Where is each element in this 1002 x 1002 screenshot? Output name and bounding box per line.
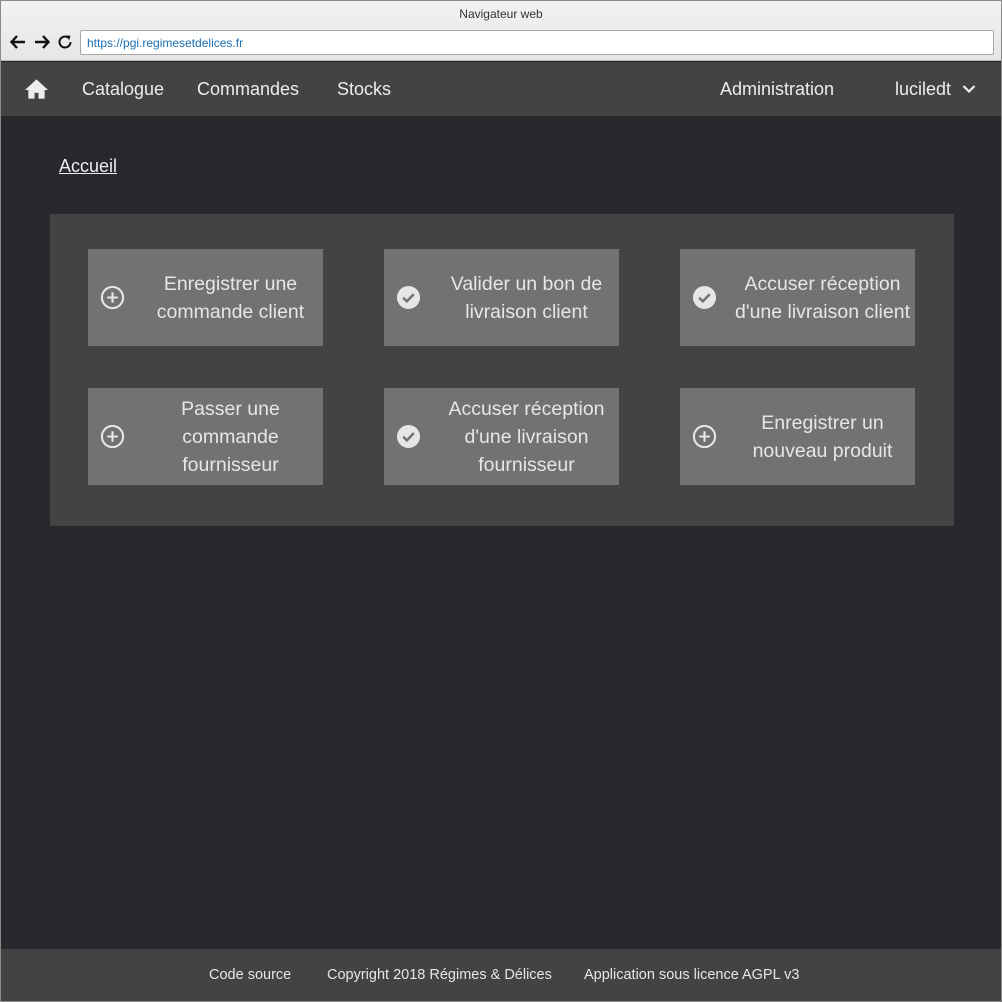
footer-license: Application sous licence AGPL v3 (584, 967, 800, 983)
check-circle-icon (396, 424, 421, 449)
browser-chrome: Navigateur web https://pgi.regimesetdeli… (1, 1, 1001, 61)
check-circle-icon (692, 285, 717, 310)
footer-source-link[interactable]: Code source (209, 967, 291, 983)
forward-icon[interactable] (32, 32, 52, 52)
tile-acknowledge-supplier-delivery[interactable]: Accuser réception d'une livraison fourni… (384, 388, 619, 485)
nav-item-stocks[interactable]: Stocks (337, 62, 391, 116)
top-navbar: Catalogue Commandes Stocks Administratio… (1, 62, 1001, 116)
nav-item-administration[interactable]: Administration (720, 62, 834, 116)
tile-label: Enregistrer un nouveau produit (752, 411, 893, 462)
tile-register-customer-order[interactable]: Enregistrer une commande client (88, 249, 323, 346)
user-menu[interactable]: luciledt (895, 62, 976, 116)
nav-item-catalogue[interactable]: Catalogue (82, 62, 164, 116)
plus-circle-icon (100, 285, 125, 310)
window-title: Navigateur web (459, 7, 543, 21)
check-circle-icon (396, 285, 421, 310)
nav-item-commandes[interactable]: Commandes (197, 62, 299, 116)
browser-window: Navigateur web https://pgi.regimesetdeli… (0, 0, 1002, 1002)
home-link[interactable] (24, 62, 49, 116)
breadcrumb-home[interactable]: Accueil (59, 156, 117, 177)
url-text: https://pgi.regimesetdelices.fr (87, 35, 244, 50)
tile-label: Valider un bon de livraison client (450, 272, 603, 323)
plus-circle-icon (692, 424, 717, 449)
footer-copyright: Copyright 2018 Régimes & Délices (327, 967, 552, 983)
tile-label: Accuser réception d'une livraison client (735, 272, 910, 323)
tile-label: Enregistrer une commande client (156, 272, 305, 323)
home-icon (24, 79, 49, 99)
user-name: luciledt (895, 78, 952, 99)
back-icon[interactable] (8, 32, 28, 52)
tile-validate-customer-delivery[interactable]: Valider un bon de livraison client (384, 249, 619, 346)
actions-panel: Enregistrer une commande client Valider … (50, 214, 954, 526)
plus-circle-icon (100, 424, 125, 449)
tile-label: Accuser réception d'une livraison fourni… (448, 397, 605, 476)
address-bar[interactable]: https://pgi.regimesetdelices.fr (80, 30, 994, 55)
footer: Code source Copyright 2018 Régimes & Dél… (1, 949, 1001, 1001)
tile-register-new-product[interactable]: Enregistrer un nouveau produit (680, 388, 915, 485)
chevron-down-icon (962, 85, 976, 94)
reload-icon[interactable] (55, 32, 75, 52)
tile-acknowledge-customer-delivery[interactable]: Accuser réception d'une livraison client (680, 249, 915, 346)
tile-place-supplier-order[interactable]: Passer une commande fournisseur (88, 388, 323, 485)
tile-label: Passer une commande fournisseur (181, 397, 280, 476)
